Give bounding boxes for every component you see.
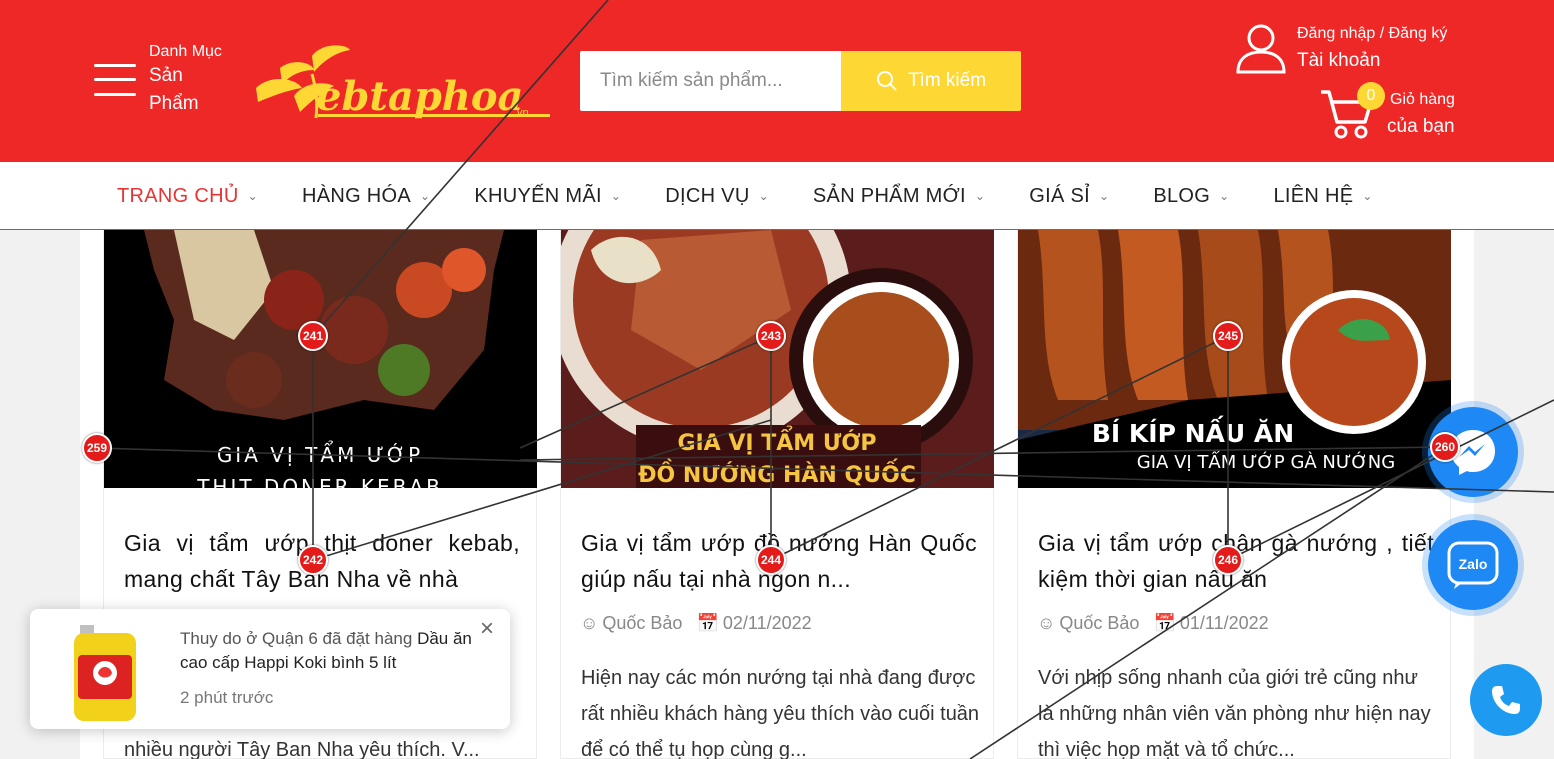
calendar-icon: 📅: [696, 613, 719, 633]
post-thumbnail[interactable]: GIA VỊ TẨM ƯỚP ĐỒ NƯỚNG HÀN QUỐC: [561, 230, 994, 488]
blog-card[interactable]: GIA VỊ TẨM ƯỚP ĐỒ NƯỚNG HÀN QUỐC Gia vị …: [560, 230, 994, 759]
thumbnail-caption: GIA VỊ TẨM ƯỚP: [217, 441, 423, 467]
svg-text:Zalo: Zalo: [1459, 556, 1488, 572]
nav-item-services[interactable]: DỊCH VỤ ⌄: [665, 185, 769, 208]
calendar-icon: 📅: [1153, 613, 1176, 633]
search-button-label: Tìm kiếm: [907, 70, 987, 91]
login-register-link[interactable]: Đăng nhập / Đăng ký: [1297, 25, 1447, 43]
logo-sub: .vn: [514, 107, 529, 119]
phone-icon: [1492, 686, 1520, 714]
chevron-down-icon: ⌄: [974, 189, 986, 203]
search-bar: Tìm kiếm: [580, 51, 1021, 111]
cart-label-line2[interactable]: của bạn: [1387, 116, 1455, 138]
main-navigation: TRANG CHỦ ⌄ HÀNG HÓA ⌄ KHUYẾN MÃI ⌄ DỊCH VỤ…: [0, 162, 1554, 230]
annotation-marker: 246: [1213, 545, 1243, 575]
cart-count-badge: 0: [1357, 82, 1385, 110]
post-meta: ☺ Quốc Bảo 📅 02/11/2022: [580, 613, 812, 634]
category-menu-line1: Danh Mục: [149, 43, 222, 60]
post-author[interactable]: ☺ Quốc Bảo: [580, 613, 682, 634]
logo-text: ebtaphoa: [316, 73, 523, 120]
zalo-icon: Zalo: [1447, 541, 1499, 589]
nav-item-blog[interactable]: BLOG ⌄: [1153, 185, 1229, 208]
account-label[interactable]: Tài khoản: [1297, 50, 1380, 72]
chevron-down-icon: ⌄: [247, 189, 258, 203]
nav-item-promotions[interactable]: KHUYẾN MÃI ⌄: [474, 185, 621, 208]
thumbnail-caption: BÍ KÍP NẤU ĂN: [1092, 415, 1294, 448]
chevron-down-icon: ⌄: [610, 189, 622, 203]
user-icon[interactable]: [1234, 22, 1288, 74]
annotation-marker: 241: [298, 321, 328, 351]
nav-item-contact[interactable]: LIÊN HỆ ⌄: [1274, 185, 1373, 208]
post-excerpt: Hiện nay các món nướng tại nhà đang được…: [581, 667, 980, 759]
notification-message: Thuy do ở Quận 6 đã đặt hàng Dầu ăn cao …: [180, 629, 472, 672]
search-input[interactable]: [580, 51, 841, 111]
annotation-marker: 260: [1430, 432, 1460, 462]
cart-label-line1[interactable]: Giỏ hàng: [1390, 91, 1455, 109]
search-button[interactable]: Tìm kiếm: [841, 51, 1021, 111]
category-menu-line3: Phẩm: [149, 93, 199, 114]
post-excerpt: nhiều người Tây Ban Nha yêu thích. V...: [124, 739, 480, 759]
post-thumbnail[interactable]: GIA VỊ TẨM ƯỚP THỊT DONER KEBAB: [104, 230, 537, 488]
thumbnail-caption: THỊT DONER KEBAB: [196, 475, 443, 488]
thumbnail-caption: ĐỒ NƯỚNG HÀN QUỐC: [638, 459, 916, 488]
hamburger-icon: [94, 64, 136, 67]
site-logo[interactable]: ebtaphoa .vn: [252, 44, 552, 124]
chevron-down-icon: ⌄: [1099, 189, 1110, 203]
annotation-marker: 259: [82, 433, 112, 463]
product-thumbnail[interactable]: [62, 615, 148, 725]
chevron-down-icon: ⌄: [420, 189, 431, 203]
post-date: 📅 02/11/2022: [696, 613, 812, 633]
annotation-marker: 242: [298, 545, 328, 575]
nav-item-wholesale[interactable]: GIÁ SỈ ⌄: [1029, 185, 1109, 208]
category-menu-line2: Sản: [149, 65, 183, 86]
post-author[interactable]: ☺ Quốc Bảo: [1037, 613, 1139, 634]
chevron-down-icon: ⌄: [1219, 189, 1230, 203]
annotation-marker: 244: [756, 545, 786, 575]
post-meta: ☺ Quốc Bảo 📅 01/11/2022: [1037, 613, 1269, 634]
category-menu-button[interactable]: [94, 62, 138, 100]
category-menu-label[interactable]: Danh Mục Sản Phẩm: [149, 42, 222, 118]
order-notification-popup[interactable]: Thuy do ở Quận 6 đã đặt hàng Dầu ăn cao …: [30, 609, 510, 729]
nav-item-new-products[interactable]: SẢN PHẨM MỚI ⌄: [813, 185, 985, 208]
close-icon[interactable]: ×: [480, 615, 494, 643]
thumbnail-caption: GIA VỊ TẨM ƯỚP: [677, 427, 876, 456]
chevron-down-icon: ⌄: [758, 189, 769, 203]
thumbnail-caption: GIA VỊ TẨM ƯỚP GÀ NƯỚNG: [1137, 449, 1395, 473]
notification-time: 2 phút trước: [180, 688, 274, 707]
annotation-marker: 243: [756, 321, 786, 351]
user-icon: ☺: [580, 613, 599, 633]
blog-card[interactable]: BÍ KÍP NẤU ĂN GIA VỊ TẨM ƯỚP GÀ NƯỚNG Gi…: [1017, 230, 1451, 759]
annotation-marker: 245: [1213, 321, 1243, 351]
post-date: 📅 01/11/2022: [1153, 613, 1269, 633]
site-header: Danh Mục Sản Phẩm ebtaphoa .vn Tìm kiếm …: [0, 0, 1554, 162]
post-thumbnail[interactable]: BÍ KÍP NẤU ĂN GIA VỊ TẨM ƯỚP GÀ NƯỚNG: [1018, 230, 1451, 488]
post-excerpt: Với nhịp sống nhanh của giới trẻ cũng nh…: [1038, 667, 1431, 759]
nav-item-products[interactable]: HÀNG HÓA ⌄: [302, 185, 430, 208]
zalo-button[interactable]: Zalo: [1428, 520, 1518, 610]
phone-call-button[interactable]: [1470, 664, 1542, 736]
nav-item-home[interactable]: TRANG CHỦ ⌄: [117, 185, 258, 208]
chevron-down-icon: ⌄: [1362, 189, 1373, 203]
search-icon: [876, 71, 897, 91]
user-icon: ☺: [1037, 613, 1056, 633]
